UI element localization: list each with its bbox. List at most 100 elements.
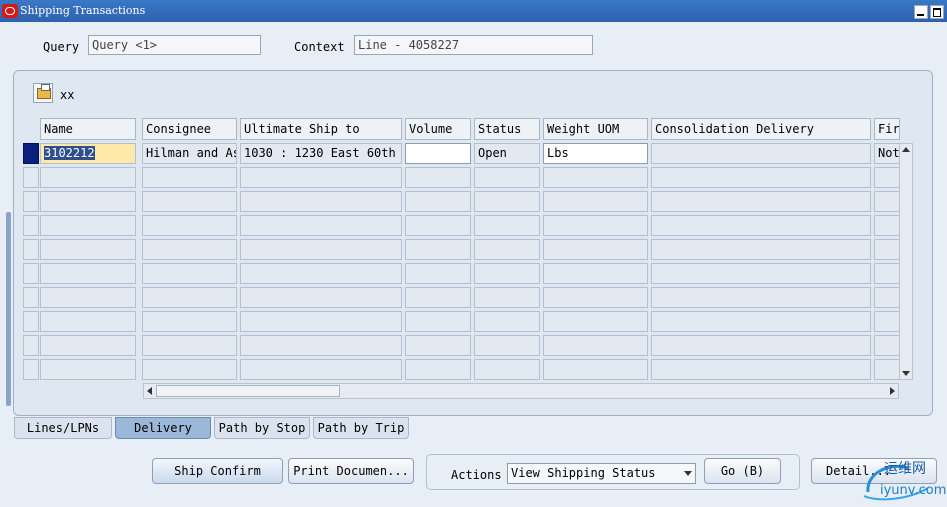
table-cell[interactable] bbox=[651, 191, 871, 212]
table-cell[interactable] bbox=[474, 191, 540, 212]
table-cell[interactable] bbox=[40, 335, 136, 356]
table-cell[interactable] bbox=[474, 167, 540, 188]
cell-ultimate-ship-to[interactable]: 1030 : 1230 East 60th S bbox=[240, 143, 402, 164]
scroll-down-icon[interactable] bbox=[902, 371, 910, 376]
table-cell[interactable] bbox=[240, 263, 402, 284]
table-cell[interactable] bbox=[543, 359, 648, 380]
row-selector[interactable] bbox=[23, 287, 39, 308]
table-cell[interactable] bbox=[142, 215, 237, 236]
cell-weight-uom[interactable]: Lbs bbox=[543, 143, 648, 164]
cell-consignee[interactable]: Hilman and As bbox=[142, 143, 237, 164]
col-header-status[interactable]: Status bbox=[474, 118, 540, 140]
table-cell[interactable] bbox=[543, 167, 648, 188]
table-cell[interactable] bbox=[142, 167, 237, 188]
table-cell[interactable] bbox=[874, 335, 900, 356]
table-cell[interactable] bbox=[240, 359, 402, 380]
table-cell[interactable] bbox=[142, 311, 237, 332]
row-selector[interactable] bbox=[23, 167, 39, 188]
table-cell[interactable] bbox=[651, 215, 871, 236]
maximize-icon[interactable] bbox=[930, 5, 944, 19]
table-cell[interactable] bbox=[543, 239, 648, 260]
table-cell[interactable] bbox=[474, 335, 540, 356]
tab-path-by-trip[interactable]: Path by Trip bbox=[313, 417, 409, 439]
table-cell[interactable] bbox=[240, 191, 402, 212]
table-cell[interactable] bbox=[474, 287, 540, 308]
tab-path-by-stop[interactable]: Path by Stop bbox=[214, 417, 310, 439]
row-selector[interactable] bbox=[23, 191, 39, 212]
table-cell[interactable] bbox=[474, 359, 540, 380]
row-selector[interactable] bbox=[23, 239, 39, 260]
table-cell[interactable] bbox=[240, 287, 402, 308]
table-cell[interactable] bbox=[651, 335, 871, 356]
table-cell[interactable] bbox=[40, 191, 136, 212]
table-cell[interactable] bbox=[405, 191, 471, 212]
table-cell[interactable] bbox=[240, 335, 402, 356]
col-header-volume[interactable]: Volume bbox=[405, 118, 471, 140]
table-cell[interactable] bbox=[142, 359, 237, 380]
table-cell[interactable] bbox=[40, 287, 136, 308]
table-cell[interactable] bbox=[240, 239, 402, 260]
table-cell[interactable] bbox=[543, 335, 648, 356]
table-cell[interactable] bbox=[874, 263, 900, 284]
minimize-icon[interactable] bbox=[914, 5, 928, 19]
table-cell[interactable] bbox=[40, 215, 136, 236]
table-cell[interactable] bbox=[40, 359, 136, 380]
tab-lines-lpns[interactable]: Lines/LPNs bbox=[14, 417, 112, 439]
table-cell[interactable] bbox=[142, 335, 237, 356]
table-cell[interactable] bbox=[543, 215, 648, 236]
table-cell[interactable] bbox=[543, 287, 648, 308]
table-cell[interactable] bbox=[874, 287, 900, 308]
table-cell[interactable] bbox=[651, 311, 871, 332]
table-cell[interactable] bbox=[405, 239, 471, 260]
row-selector[interactable] bbox=[23, 215, 39, 236]
go-button[interactable]: Go (B) bbox=[704, 458, 781, 484]
table-cell[interactable] bbox=[651, 287, 871, 308]
table-cell[interactable] bbox=[874, 167, 900, 188]
table-cell[interactable] bbox=[543, 263, 648, 284]
actions-select[interactable]: View Shipping Status bbox=[507, 463, 696, 484]
table-cell[interactable] bbox=[142, 263, 237, 284]
table-cell[interactable] bbox=[651, 263, 871, 284]
row-selector[interactable] bbox=[23, 263, 39, 284]
scroll-right-icon[interactable] bbox=[890, 387, 895, 395]
row-selector[interactable] bbox=[23, 335, 39, 356]
table-cell[interactable] bbox=[651, 239, 871, 260]
col-header-first[interactable]: Fir bbox=[874, 118, 900, 140]
table-cell[interactable] bbox=[240, 167, 402, 188]
table-cell[interactable] bbox=[142, 287, 237, 308]
table-cell[interactable] bbox=[40, 263, 136, 284]
table-cell[interactable] bbox=[405, 359, 471, 380]
table-cell[interactable] bbox=[874, 215, 900, 236]
open-folder-button[interactable] bbox=[33, 83, 53, 103]
col-header-consolidation-delivery[interactable]: Consolidation Delivery bbox=[651, 118, 871, 140]
table-cell[interactable] bbox=[142, 191, 237, 212]
table-cell[interactable] bbox=[405, 287, 471, 308]
table-cell[interactable] bbox=[651, 167, 871, 188]
row-selector[interactable] bbox=[23, 311, 39, 332]
table-cell[interactable] bbox=[543, 191, 648, 212]
table-cell[interactable] bbox=[874, 359, 900, 380]
table-cell[interactable] bbox=[240, 215, 402, 236]
table-cell[interactable] bbox=[474, 239, 540, 260]
cell-name[interactable]: 3102212 bbox=[40, 143, 136, 164]
cell-volume[interactable] bbox=[405, 143, 471, 164]
context-field[interactable]: Line - 4058227 bbox=[354, 35, 593, 55]
table-cell[interactable] bbox=[40, 239, 136, 260]
table-cell[interactable] bbox=[40, 167, 136, 188]
query-field[interactable]: Query <1> bbox=[88, 35, 261, 55]
cell-consolidation-delivery[interactable] bbox=[651, 143, 871, 164]
table-cell[interactable] bbox=[874, 239, 900, 260]
table-cell[interactable] bbox=[405, 311, 471, 332]
table-cell[interactable] bbox=[40, 311, 136, 332]
horizontal-scrollbar[interactable] bbox=[143, 383, 899, 399]
table-cell[interactable] bbox=[405, 335, 471, 356]
table-cell[interactable] bbox=[405, 167, 471, 188]
table-cell[interactable] bbox=[240, 311, 402, 332]
tab-delivery[interactable]: Delivery bbox=[115, 417, 211, 439]
cell-status[interactable]: Open bbox=[474, 143, 540, 164]
table-cell[interactable] bbox=[474, 263, 540, 284]
table-cell[interactable] bbox=[874, 311, 900, 332]
col-header-weight-uom[interactable]: Weight UOM bbox=[543, 118, 648, 140]
scroll-up-icon[interactable] bbox=[902, 147, 910, 152]
row-selector-active[interactable] bbox=[23, 143, 39, 164]
